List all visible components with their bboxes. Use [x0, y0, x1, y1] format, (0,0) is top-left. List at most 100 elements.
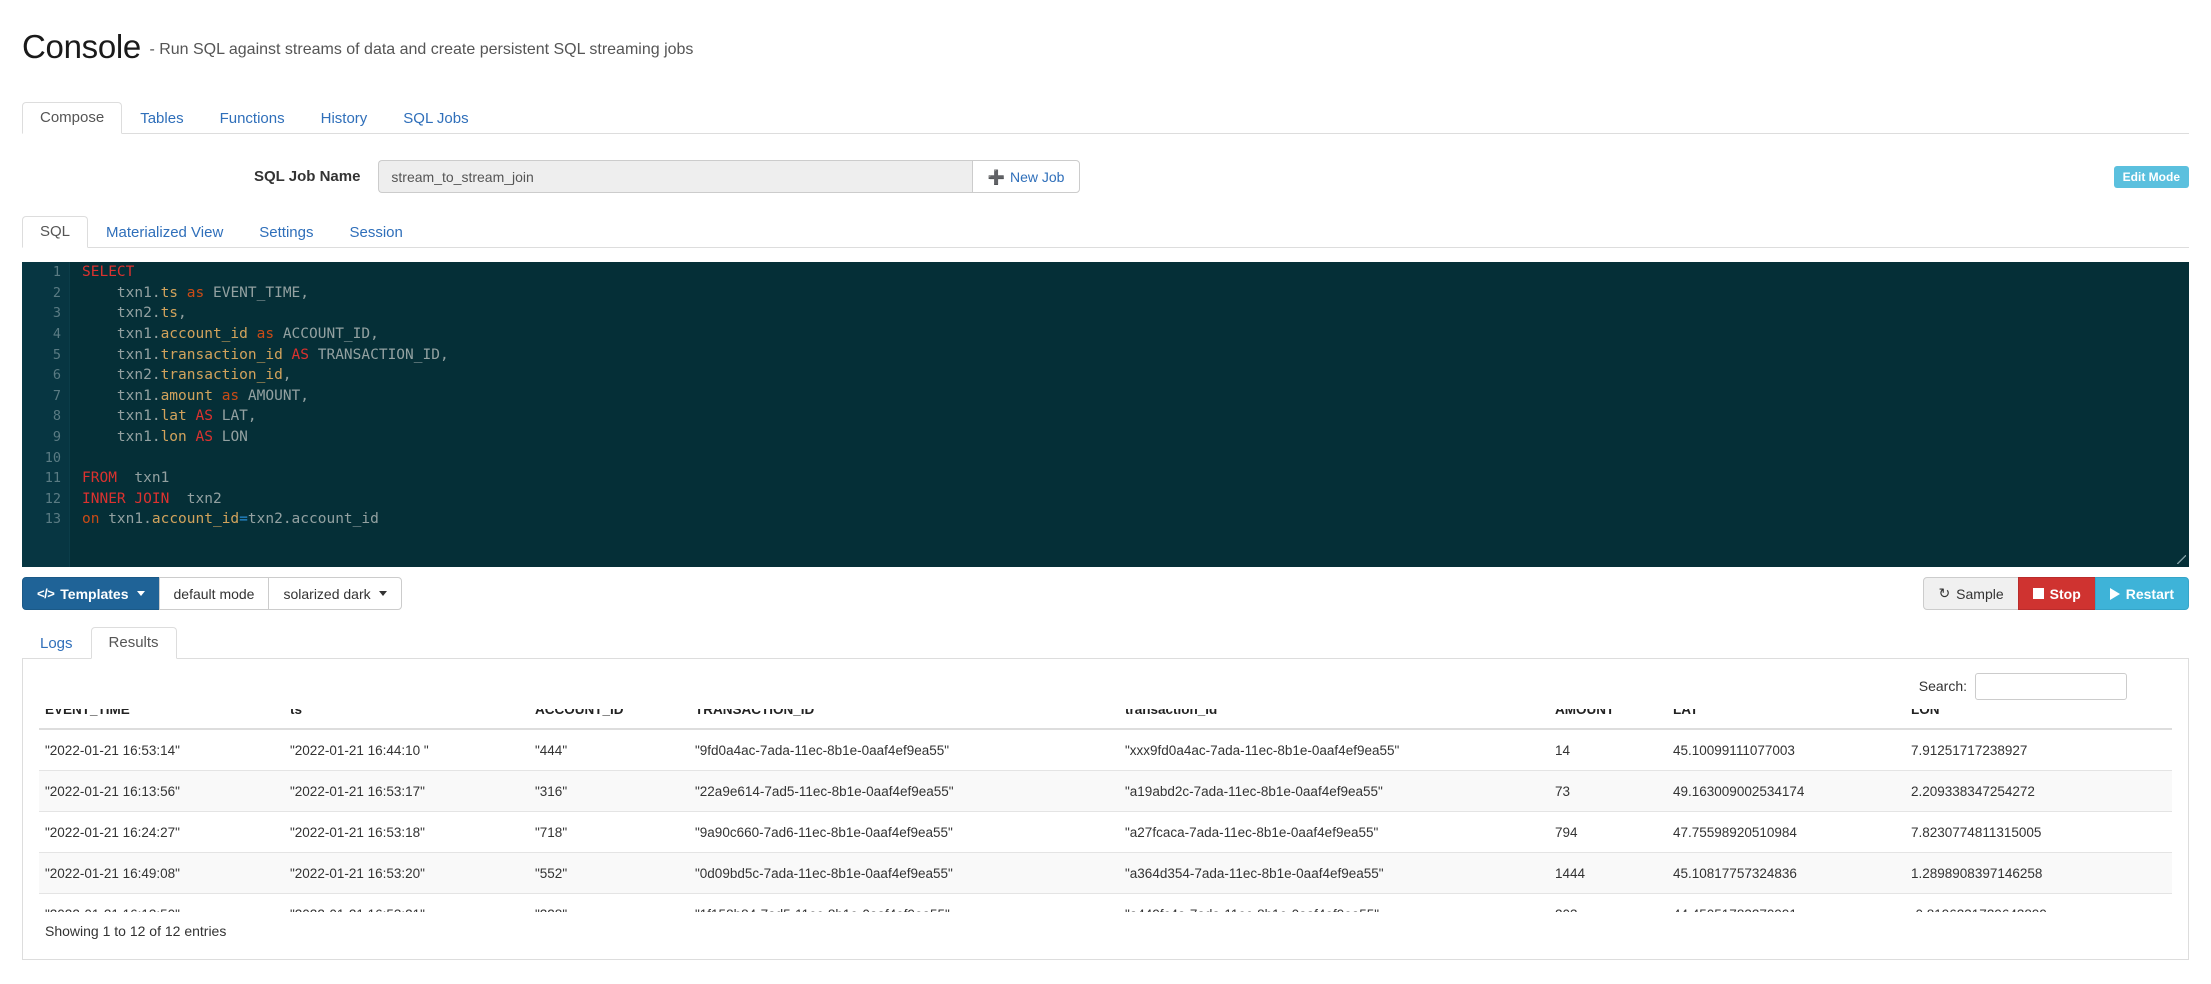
editor-line-number: 7 [52, 387, 61, 404]
table-row[interactable]: "2022-01-21 16:13:50""2022-01-21 16:53:2… [39, 893, 2172, 913]
results-table-head: EVENT_TIME ts ACCOUNT_ID TRANSACTION_ID … [39, 709, 2172, 731]
code-token: , [282, 367, 292, 384]
editor-theme-button[interactable]: solarized dark [268, 577, 402, 611]
code-token: as [186, 284, 205, 301]
cell-lat: 47.75598920510984 [1667, 811, 1905, 853]
results-panel-body: Search: EVENT_TIME ts ACCOUNT_ID TRANSAC… [22, 659, 2189, 961]
cell-ts: "2022-01-21 16:44:10 " [284, 728, 529, 771]
tab-session[interactable]: Session [332, 217, 421, 248]
code-token: ts [160, 305, 179, 322]
stop-label: Stop [2049, 585, 2081, 602]
templates-button[interactable]: </> Templates [22, 577, 160, 611]
editor-code-line[interactable]: txn1.account_id as ACCOUNT_ID, [82, 324, 2189, 345]
editor-code-line[interactable]: INNER JOIN txn2 [82, 489, 2189, 510]
col-header-lon[interactable]: LON [1905, 709, 2172, 731]
editor-code-line[interactable]: txn1.transaction_id AS TRANSACTION_ID, [82, 345, 2189, 366]
editor-right-button-group: ↻ Sample Stop Restart [1923, 577, 2189, 611]
editor-code-line[interactable]: txn2.ts, [82, 303, 2189, 324]
sql-job-name-input[interactable] [378, 160, 972, 194]
chevron-down-icon [378, 591, 387, 597]
cell-lat: 45.10817757324836 [1667, 852, 1905, 894]
cell-amount: 1444 [1549, 852, 1667, 894]
tab-results[interactable]: Results [90, 627, 177, 660]
page-subtitle: - Run SQL against streams of data and cr… [149, 41, 694, 59]
col-header-transaction-id-upper[interactable]: TRANSACTION_ID [689, 709, 1119, 731]
templates-label: Templates [60, 585, 129, 602]
cell-account-id: "718" [529, 811, 689, 853]
editor-code-line[interactable] [82, 448, 2189, 469]
job-name-label: SQL Job Name [254, 168, 361, 186]
table-row[interactable]: "2022-01-21 16:24:27" "2022-01-21 16:53:1… [39, 811, 2172, 853]
new-job-button[interactable]: ➕ New Job [971, 160, 1081, 194]
cell-event-time: "2022-01-21 16:24:27" [39, 811, 284, 853]
editor-code-line[interactable]: txn1.lon AS LON [82, 427, 2189, 448]
tab-materialized-view[interactable]: Materialized View [88, 217, 241, 248]
tab-functions[interactable]: Functions [202, 103, 303, 134]
editor-code-line[interactable]: txn1.ts as EVENT_TIME, [82, 283, 2189, 304]
code-token: AS [195, 428, 213, 445]
cell-amount: 203 [1549, 893, 1667, 913]
code-token: txn1. [82, 346, 161, 363]
col-header-amount[interactable]: AMOUNT [1549, 709, 1667, 731]
editor-code-line[interactable]: SELECT [82, 262, 2189, 283]
search-input[interactable] [1975, 672, 2127, 700]
code-token: txn1. [82, 408, 161, 425]
code-token: account_id [160, 326, 248, 342]
tab-sql[interactable]: SQL [22, 216, 89, 249]
tab-tables[interactable]: Tables [122, 103, 201, 134]
col-header-lat[interactable]: LAT [1667, 709, 1905, 731]
tab-sql-jobs[interactable]: SQL Jobs [385, 103, 486, 134]
code-token: txn1. [82, 326, 161, 342]
col-header-ts[interactable]: ts [284, 709, 529, 731]
cell-transaction-id-upper: "22a9e614-7ad5-11ec-8b1e-0aaf4ef9ea55" [689, 770, 1119, 812]
results-section: Logs Results Search: EVENT_TIME ts ACCOU… [22, 627, 2189, 961]
job-name-input-group: ➕ New Job [378, 160, 1081, 194]
cell-transaction-id-upper: "0d09bd5c-7ada-11ec-8b1e-0aaf4ef9ea55" [689, 852, 1119, 894]
edit-mode-badge[interactable]: Edit Mode [2113, 166, 2189, 189]
sample-button[interactable]: ↻ Sample [1923, 577, 2019, 611]
code-token: AS [195, 408, 213, 425]
editor-code-line[interactable]: txn2.transaction_id, [82, 365, 2189, 386]
editor-line-number: 11 [44, 470, 61, 487]
editor-line-number: 2 [52, 284, 61, 301]
code-token: txn2. [82, 305, 161, 322]
cell-ts: "2022-01-21 16:53:20" [284, 852, 529, 894]
editor-code-line[interactable]: txn1.amount as AMOUNT, [82, 386, 2189, 407]
editor-code-area[interactable]: SELECT txn1.ts as EVENT_TIME, txn2.ts, t… [70, 262, 2189, 567]
editor-mode-button[interactable]: default mode [158, 577, 270, 611]
cell-lat: 49.163009002534174 [1667, 770, 1905, 812]
code-token: AMOUNT, [239, 387, 310, 404]
cell-ts: "2022-01-21 16:53:21" [284, 893, 529, 913]
sql-code-editor[interactable]: 1 2 3 4 5 6 7 8 9 10 11 12 13 SELECT txn1.ts as EVEN… [22, 262, 2189, 568]
tab-compose[interactable]: Compose [22, 102, 123, 135]
tab-history[interactable]: History [303, 103, 386, 134]
col-header-transaction-id-lower[interactable]: transaction_id [1119, 709, 1549, 731]
table-row[interactable]: "2022-01-21 16:53:14" "2022-01-21 16:44:1… [39, 728, 2172, 771]
page-header: Console - Run SQL against streams of dat… [0, 0, 2211, 88]
editor-code-line[interactable]: txn1.lat AS LAT, [82, 406, 2189, 427]
col-header-event-time[interactable]: EVENT_TIME [39, 709, 284, 731]
editor-code-line[interactable]: on txn1.account_id=txn2.account_id [82, 509, 2189, 530]
editor-line-number: 5 [52, 346, 61, 363]
results-table-scroll[interactable]: EVENT_TIME ts ACCOUNT_ID TRANSACTION_ID … [39, 709, 2172, 913]
editor-code-line[interactable]: FROM txn1 [82, 468, 2189, 489]
code-token: AS [291, 346, 309, 363]
code-token: txn1 [116, 470, 170, 487]
table-row[interactable]: "2022-01-21 16:13:56" "2022-01-21 16:53:1… [39, 770, 2172, 812]
results-table-body: "2022-01-21 16:53:14" "2022-01-21 16:44:1… [39, 728, 2172, 913]
tab-logs[interactable]: Logs [22, 628, 91, 659]
table-row[interactable]: "2022-01-21 16:49:08" "2022-01-21 16:53:2… [39, 852, 2172, 894]
stop-button[interactable]: Stop [2017, 577, 2096, 611]
cell-lon: 1.2898908397146258 [1905, 852, 2172, 894]
restart-button[interactable]: Restart [2094, 577, 2189, 611]
code-tags-icon: </> [37, 586, 55, 602]
code-token: ts [160, 284, 179, 301]
tab-settings[interactable]: Settings [241, 217, 331, 248]
col-header-account-id[interactable]: ACCOUNT_ID [529, 709, 689, 731]
results-tab-bar: Logs Results [22, 627, 2189, 660]
cell-lon: 7.8230774811315005 [1905, 811, 2172, 853]
editor-resize-handle[interactable] [2175, 553, 2187, 565]
